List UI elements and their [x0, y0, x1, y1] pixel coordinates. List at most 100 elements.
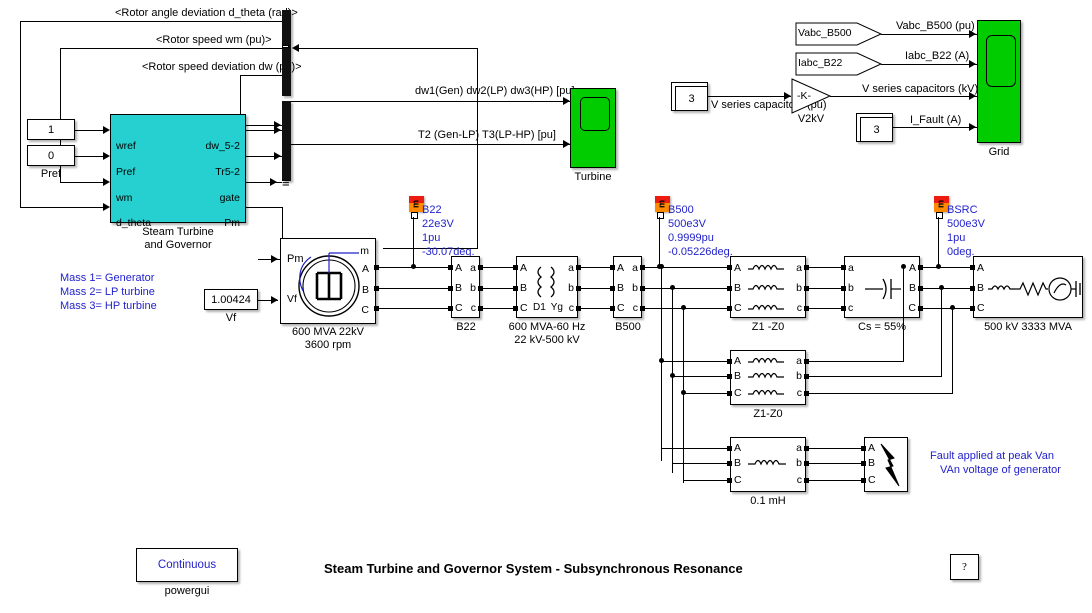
arrow-turbine-in2 [563, 139, 570, 148]
constant-ifault-value: 3 [860, 117, 893, 142]
constant-pref-name: Pref [40, 168, 62, 180]
three-phase-vi-b22-block[interactable]: A B C a b c [451, 256, 480, 318]
governor-block-name-1: Steam Turbine [142, 226, 214, 238]
port-dw52: dw_5-2 [205, 140, 240, 152]
wire-rotor-speed-dev [240, 75, 282, 76]
b500-port-A: A [617, 262, 625, 274]
bus-selector-block[interactable] [282, 10, 291, 96]
simulink-canvas: <Rotor angle deviation d_theta (rad)> <R… [0, 0, 1092, 613]
generator-name-2: 3600 rpm [304, 339, 352, 351]
three-phase-vi-b500-block[interactable]: A B C a b c [613, 256, 642, 318]
constant-vseries-block[interactable]: 3 [671, 82, 708, 111]
scope-screen-icon [580, 97, 610, 131]
governor-block-name-2: and Governor [144, 239, 212, 251]
from-block-vabc-b500-label: Vabc_B500 [798, 27, 852, 39]
terminator-block[interactable]: ≡ [282, 176, 290, 189]
wire-to-gain [708, 96, 791, 97]
wire-mux-out-T [291, 144, 571, 145]
transformer-winding-icon [537, 266, 555, 298]
port-pref: Pref [116, 166, 136, 178]
mux-block[interactable] [282, 101, 291, 181]
line-lower-block[interactable]: A B C a b c [730, 350, 806, 405]
wire-b500-z1-a [645, 267, 730, 268]
powergui-value: Continuous [157, 559, 217, 571]
term-tr-B [513, 286, 518, 291]
line-upper-block[interactable]: A B C a b c [730, 256, 806, 318]
wire-railB-v [672, 288, 673, 473]
port-gate: gate [219, 192, 240, 204]
signal-label-rotor-angle-dev: <Rotor angle deviation d_theta (rad)> [115, 7, 298, 19]
wire-ret-c-h [806, 393, 953, 394]
constant-wref-block[interactable]: 1 [27, 119, 75, 140]
term-linelow-A [727, 359, 732, 364]
wire-dtheta-in [20, 207, 105, 208]
line-upper-name: Z1 -Z0 [751, 321, 785, 333]
wire-fault-c-in [683, 480, 730, 481]
voltage-source-block[interactable]: A B C [973, 256, 1083, 318]
scope-turbine-block[interactable] [570, 88, 616, 168]
source-rlv-icon [988, 277, 1081, 301]
dot-lowline-c [681, 390, 686, 395]
wire-tr-b500-a [581, 267, 613, 268]
generator-name-1: 600 MVA 22kV [292, 326, 364, 338]
wire-gen-b22-c [379, 308, 451, 309]
b500-block-name: B500 [615, 321, 641, 333]
constant-pref-block[interactable]: 0 [27, 145, 75, 166]
line-lower-name: Z1-Z0 [753, 408, 783, 420]
wire-mux-out-dw [291, 101, 571, 102]
port-wref: wref [116, 140, 136, 152]
series-capacitor-name: Cs = 55% [858, 321, 906, 333]
wire-z1-cs-b [809, 288, 844, 289]
term-src-C [970, 306, 975, 311]
measurement-flag-b500-letter: m [656, 200, 667, 209]
powergui-block[interactable]: Continuous [136, 548, 238, 582]
wire-ret-b-v [941, 288, 942, 376]
wire-vabc-b500 [881, 34, 977, 35]
wire-lowline-b-in [674, 376, 730, 377]
transformer-block[interactable]: A B C a b c D1 Yg [516, 256, 578, 318]
signal-label-ifault: I_Fault (A) [910, 114, 962, 126]
signal-label-dw-mux: dw1(Gen) dw2(LP) dw3(HP) [pu] [415, 85, 575, 97]
b22-port-C: C [455, 302, 463, 314]
synchronous-machine-block[interactable]: Pm Vf m A B C [280, 238, 376, 324]
scope-grid-block[interactable] [977, 20, 1021, 143]
wire-rotor-angle-v [20, 21, 21, 207]
constant-vf-value: 1.00424 [211, 293, 251, 306]
machine-symbol-icon [298, 252, 360, 317]
measure-bsrc-angle: 0deg. [947, 246, 975, 258]
wire-ifault [893, 127, 977, 128]
help-button-label: ? [962, 561, 967, 573]
term-b22-A [448, 265, 453, 270]
arrow-bus-in [292, 44, 299, 52]
from-block-iabc-b22-label: Iabc_B22 [798, 57, 843, 69]
wire-fault-a-in [661, 448, 730, 449]
wire-iabc-b22 [881, 64, 977, 65]
fault-inductance-block[interactable]: A B C a b c [730, 437, 806, 492]
wire-z1-cs-a [809, 267, 844, 268]
wire-fault-b-in [672, 463, 730, 464]
constant-vf-name: Vf [225, 312, 237, 324]
fault-breaker-block[interactable]: A B C [864, 437, 908, 492]
steam-turbine-governor-block[interactable]: wref Pref wm d_theta dw_5-2 Tr5-2 gate P… [110, 114, 246, 229]
grid-scope-screen-icon [986, 35, 1016, 87]
arrow-mux-in2 [274, 125, 281, 134]
constant-ifault-block[interactable]: 3 [856, 113, 893, 142]
term-cs-c [841, 306, 846, 311]
term-b500-A [610, 265, 615, 270]
measure-b500-angle: -0.05226deg. [668, 246, 733, 258]
annotation-fault-note-1: Fault applied at peak Van [930, 450, 1054, 462]
help-button[interactable]: ? [950, 554, 979, 580]
measure-b22-mag: 1pu [422, 232, 441, 244]
term-lineup-A [727, 265, 732, 270]
signal-label-rotor-speed-dev: <Rotor speed deviation dw (pu)> [142, 61, 302, 73]
arrow-wref [103, 125, 110, 134]
term-linelow-C [727, 391, 732, 396]
b22-block-name: B22 [456, 321, 476, 333]
term-lineup-C [727, 306, 732, 311]
wire-tr-b500-c [581, 308, 613, 309]
constant-vf-block[interactable]: 1.00424 [204, 289, 258, 310]
capacitor-icon [865, 278, 901, 300]
wire-cs-src-a [923, 267, 973, 268]
series-capacitor-block[interactable]: a b c A B C [844, 256, 920, 318]
b500-port-c: c [632, 302, 638, 314]
